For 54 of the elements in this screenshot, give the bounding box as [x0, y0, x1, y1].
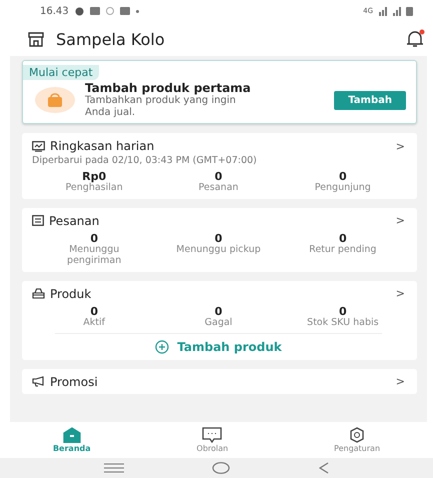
status-time: 16.43: [40, 6, 69, 16]
bag-icon: [32, 288, 45, 300]
chart-icon: [32, 140, 45, 152]
nav-tab[interactable]: Pengaturan: [320, 427, 394, 453]
stat-value: 0: [214, 232, 222, 245]
updated-time: Diperbarui pada 02/10, 03:43 PM (GMT+07:00): [32, 155, 258, 166]
stat-label: Menunggu pickup: [175, 244, 262, 256]
stat-value: 0: [338, 304, 347, 318]
recent-apps-icon[interactable]: [104, 463, 124, 473]
chevron[interactable]: >: [396, 287, 405, 300]
section-title: Pesanan: [49, 214, 100, 228]
stat-label: Stok SKU habis: [306, 318, 380, 329]
chat-icon: [202, 427, 222, 443]
section-title: Produk: [50, 286, 92, 301]
nav-tab[interactable]: Obrolan: [182, 427, 242, 453]
chevron[interactable]: >: [396, 140, 405, 152]
store-name: Sampela Kolo: [56, 30, 165, 48]
chevron[interactable]: >: [396, 214, 405, 228]
megaphone-icon: [32, 376, 45, 388]
home-button-icon[interactable]: [212, 462, 230, 474]
dot-icon: [74, 6, 84, 16]
back-icon[interactable]: [318, 462, 329, 474]
section-title: Ringkasan harian: [50, 139, 154, 153]
stat-value: 0: [214, 304, 222, 318]
clipboard-icon: [32, 215, 44, 226]
shopping-bag-icon: [35, 87, 75, 113]
add-button[interactable]: Tambah: [334, 90, 406, 110]
nav-tab[interactable]: Beranda: [38, 427, 105, 453]
stat-value: 0: [338, 232, 347, 245]
stat-value: Rp0: [82, 170, 106, 183]
stat-label: Aktif: [82, 318, 106, 329]
signal-icon: [379, 6, 413, 16]
plus-circle-icon: [155, 340, 170, 354]
home-icon: [62, 427, 82, 443]
stat-value: 0: [90, 232, 98, 245]
dot-icon: [136, 10, 139, 12]
bell-icon[interactable]: [405, 29, 425, 49]
stat-label: Pesanan: [198, 183, 240, 194]
stat-value: 0: [214, 170, 222, 183]
add-product-button[interactable]: Tambah produk: [55, 332, 382, 355]
circle-icon: [106, 7, 114, 15]
stat-value: 0: [338, 170, 347, 183]
quick-start-title: Tambah produk pertama: [85, 81, 252, 95]
stat-label: Retur pending: [308, 244, 378, 256]
stat-label: Penghasilan: [64, 183, 124, 194]
stat-label: Pengunjung: [314, 183, 372, 194]
stat-value: 0: [90, 304, 98, 318]
store-icon[interactable]: [28, 32, 44, 46]
chevron[interactable]: >: [396, 375, 405, 388]
stat-label: Gagal: [204, 318, 234, 329]
quick-start-badge: Mulai cepat: [23, 65, 99, 80]
quick-start-description: Tambahkan produk yang ingin Anda jual.: [85, 95, 237, 119]
stat-label: Menunggu pengiriman: [66, 244, 122, 267]
section-title: Promosi: [50, 374, 98, 389]
